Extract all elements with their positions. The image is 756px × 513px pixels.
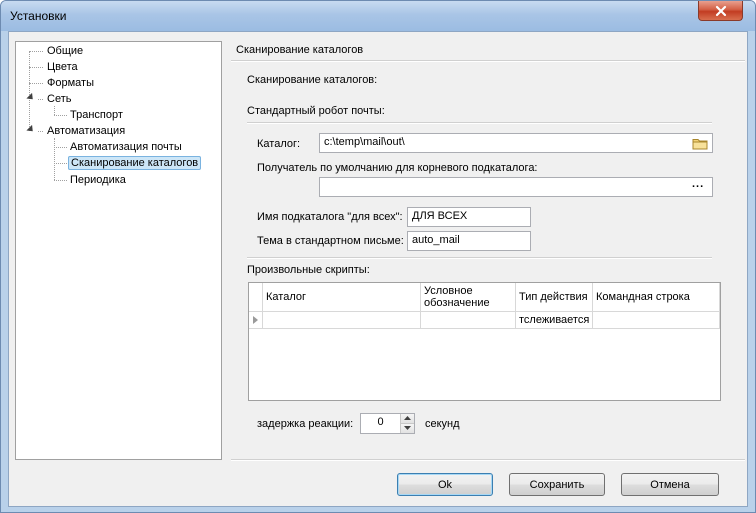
divider [247,122,712,124]
expand-arrow-icon[interactable] [26,124,36,135]
tree-item-label: Периодика [70,174,126,186]
tree-line [54,147,67,148]
tree-item-label: Форматы [47,77,94,89]
grid-header-command[interactable]: Командная строка [593,283,720,312]
tree-line [54,106,55,115]
delay-spinner[interactable]: 0 [360,413,415,434]
recipient-input[interactable] [319,177,713,197]
grid-cell-command[interactable] [593,312,720,329]
spin-down-button[interactable] [401,423,414,433]
tree-item-mail-automation[interactable]: Автоматизация почты [68,139,184,155]
browse-catalog-button[interactable] [690,134,710,152]
row-pointer-icon [253,316,258,324]
scripts-heading: Произвольные скрипты: [247,264,370,276]
tree-line [29,51,43,52]
catalog-input[interactable]: c:\temp\mail\out\ [319,133,713,153]
grid-corner [249,283,263,312]
tree-line [29,83,43,84]
grid-cell-action[interactable]: тслеживается [516,312,593,329]
tree-item-label: Автоматизация почты [70,141,182,153]
settings-tree[interactable]: Общие Цвета Форматы Сеть Транспорт Автом… [15,41,222,460]
ok-button[interactable]: Ok [397,473,493,496]
title-bar[interactable]: Установки [1,1,755,31]
section-heading: Сканирование каталогов: [247,74,378,86]
delay-value[interactable]: 0 [361,416,400,428]
spin-up-button[interactable] [401,414,414,424]
tree-item-label: Сеть [47,93,72,105]
tree-item-label: Сканирование каталогов [68,156,202,170]
tree-line [38,131,43,132]
folder-icon [692,138,707,149]
recipient-browse-button[interactable]: ... [692,178,704,190]
tree-item-periodicals[interactable]: Периодика [68,172,128,188]
divider [231,459,745,461]
window-title: Установки [10,9,67,23]
robot-heading: Стандартный робот почты: [247,105,385,117]
grid-cell-symbol[interactable] [421,312,516,329]
tree-item-network[interactable]: Сеть [45,91,73,107]
tree-item-colors[interactable]: Цвета [45,59,80,75]
delay-unit: секунд [425,418,460,430]
tree-item-label: Общие [47,45,84,57]
close-icon [715,5,726,16]
grid-header-action[interactable]: Тип действия [516,283,593,312]
recipient-label: Получатель по умолчанию для корневого по… [257,162,538,174]
close-button[interactable] [698,1,743,21]
catalog-label: Каталог: [257,138,301,150]
tree-item-label: Автоматизация [47,125,126,137]
tree-line [54,115,67,116]
divider [231,60,745,62]
subcatalog-label: Имя подкаталога "для всех": [257,211,403,223]
save-button[interactable]: Сохранить [509,473,605,496]
scripts-grid[interactable]: Каталог Условное обозначение Тип действи… [248,282,721,401]
tree-item-catalog-scanning[interactable]: Сканирование каталогов [68,155,202,171]
delay-label: задержка реакции: [257,418,354,430]
tree-item-formats[interactable]: Форматы [45,75,96,91]
tree-line [54,180,67,181]
grid-row-selector[interactable] [249,312,263,329]
chevron-down-icon [404,426,411,431]
grid-header-catalog[interactable]: Каталог [263,283,421,312]
panel-title: Сканирование каталогов [236,44,364,56]
expand-arrow-icon[interactable] [26,92,36,103]
subject-label: Тема в стандартном письме: [257,235,404,247]
tree-item-general[interactable]: Общие [45,43,85,59]
chevron-up-icon [404,416,411,421]
subcatalog-input[interactable]: ДЛЯ ВСЕХ [407,207,531,227]
spin-buttons [400,414,414,433]
grid-cell-catalog[interactable] [263,312,421,329]
tree-item-label: Цвета [47,61,78,73]
tree-line [29,67,43,68]
tree-item-label: Транспорт [70,109,123,121]
tree-line [38,99,43,100]
grid-header-symbol[interactable]: Условное обозначение [421,283,516,312]
tree-line [54,163,67,164]
subject-input[interactable]: auto_mail [407,231,531,251]
tree-item-automation[interactable]: Автоматизация [45,123,127,139]
settings-window: Установки Общие Цвета Форматы Сеть Транс… [0,0,756,513]
dialog-body: Общие Цвета Форматы Сеть Транспорт Автом… [8,31,748,507]
cancel-button[interactable]: Отмена [621,473,719,496]
tree-line [29,51,30,131]
tree-line [54,138,55,180]
divider [247,257,712,259]
tree-item-transport[interactable]: Транспорт [68,107,125,123]
